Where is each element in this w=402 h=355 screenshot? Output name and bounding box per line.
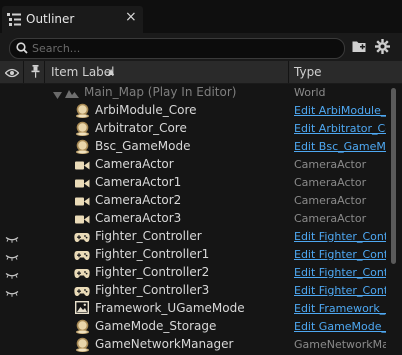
gamepad-icon (74, 232, 90, 246)
item-label: Fighter_Controller1 (95, 247, 210, 261)
edit-type-link[interactable]: Edit Fighter_Controller (294, 266, 386, 279)
visibility-hidden-icon[interactable] (5, 232, 19, 246)
tree-row[interactable]: Fighter_Controller2 Edit Fighter_Controll… (0, 264, 392, 282)
item-type: CameraActor (294, 194, 367, 207)
tree-row[interactable]: CameraActor3 CameraActor (0, 210, 392, 228)
close-icon[interactable]: × (125, 9, 137, 25)
item-label: CameraActor3 (95, 211, 182, 225)
item-label: Main_Map (Play In Editor) (84, 85, 237, 99)
header-divider (44, 61, 45, 83)
item-label: Fighter_Controller3 (95, 283, 210, 297)
camera-icon (75, 160, 90, 174)
column-header: Item Label ▲ Type (0, 61, 402, 84)
item-type: GameNetworkManager (294, 338, 386, 351)
item-label: ArbiModule_Core (95, 103, 197, 117)
edit-type-link[interactable]: Edit Fighter_Controller (294, 248, 386, 261)
item-label: GameMode_Storage (95, 319, 217, 333)
tree-root-row[interactable]: Main_Map (Play In Editor) World (0, 84, 392, 102)
edit-type-link[interactable]: Edit Bsc_GameMode (294, 140, 386, 153)
item-type: World (294, 86, 326, 99)
actor-icon (75, 139, 90, 157)
eye-icon[interactable] (4, 67, 20, 81)
sort-ascending-icon[interactable]: ▲ (108, 67, 114, 76)
gear-icon[interactable] (375, 39, 390, 57)
gamepad-icon (74, 250, 90, 264)
tree-row[interactable]: CameraActor1 CameraActor (0, 174, 392, 192)
item-label: Framework_UGameMode (95, 301, 245, 315)
edit-type-link[interactable]: Edit Arbitrator_Core (294, 122, 386, 135)
outliner-icon (7, 13, 21, 29)
edit-type-link[interactable]: Edit Fighter_Controller (294, 284, 386, 297)
item-label: Bsc_GameMode (95, 139, 191, 153)
camera-icon (75, 214, 90, 228)
triangle-down-icon[interactable] (53, 88, 62, 102)
visibility-hidden-icon[interactable] (5, 250, 19, 264)
edit-type-link[interactable]: Edit ArbiModule_Core (294, 104, 386, 117)
tab-title: Outliner (26, 12, 75, 26)
tree-row[interactable]: Fighter_Controller1 Edit Fighter_Controll… (0, 246, 392, 264)
actor-icon (75, 103, 90, 121)
tree-row[interactable]: Fighter_Controller Edit Fighter_Controlle… (0, 228, 392, 246)
header-divider (23, 61, 24, 83)
actor-icon (75, 319, 90, 337)
camera-icon (75, 178, 90, 192)
tree-row[interactable]: GameNetworkManager GameNetworkManager (0, 336, 392, 354)
tree-row[interactable]: GameMode_Storage Edit GameMode_Storage (0, 318, 392, 336)
search-icon (16, 42, 28, 57)
item-label: Fighter_Controller (95, 229, 202, 243)
item-label-header[interactable]: Item Label (51, 65, 115, 79)
gamepad-icon (74, 268, 90, 282)
edit-type-link[interactable]: Edit GameMode_Storage (294, 320, 386, 333)
item-type: CameraActor (294, 176, 367, 189)
edit-type-link[interactable]: Edit Fighter_Controller (294, 230, 386, 243)
tree-row[interactable]: CameraActor CameraActor (0, 156, 392, 174)
item-label: CameraActor2 (95, 193, 182, 207)
visibility-hidden-icon[interactable] (5, 268, 19, 282)
pin-icon[interactable] (31, 65, 40, 81)
toolbar (0, 33, 402, 61)
item-label: GameNetworkManager (95, 337, 234, 351)
type-header[interactable]: Type (294, 65, 322, 79)
item-label: Fighter_Controller2 (95, 265, 210, 279)
gamepad-icon (74, 286, 90, 300)
search-input[interactable] (32, 40, 332, 56)
map-icon (65, 87, 79, 102)
search-box[interactable] (9, 38, 345, 59)
image-icon (74, 300, 90, 317)
vertical-scrollbar[interactable] (390, 88, 397, 352)
header-divider (288, 61, 289, 83)
scrollbar-thumb[interactable] (391, 88, 396, 264)
tab-bar: Outliner × (0, 0, 402, 33)
tree-row[interactable]: Fighter_Controller3 Edit Fighter_Controll… (0, 282, 392, 300)
add-folder-icon[interactable] (352, 40, 367, 56)
item-label: CameraActor (95, 157, 174, 171)
tab-outliner[interactable]: Outliner × (2, 6, 143, 33)
tree-row[interactable]: Bsc_GameMode Edit Bsc_GameMode (0, 138, 392, 156)
tree-row[interactable]: Framework_UGameMode Edit Framework_UGameM… (0, 300, 392, 318)
tree-row[interactable]: CameraActor2 CameraActor (0, 192, 392, 210)
camera-icon (75, 196, 90, 210)
actor-icon (75, 337, 90, 355)
item-label: CameraActor1 (95, 175, 182, 189)
actor-icon (75, 121, 90, 139)
outliner-tree: Main_Map (Play In Editor) World ArbiModule… (0, 84, 402, 352)
visibility-hidden-icon[interactable] (5, 286, 19, 300)
edit-type-link[interactable]: Edit Framework_UGameMode (294, 302, 386, 315)
item-type: CameraActor (294, 158, 367, 171)
item-type: CameraActor (294, 212, 367, 225)
tree-row[interactable]: ArbiModule_Core Edit ArbiModule_Core (0, 102, 392, 120)
item-label: Arbitrator_Core (95, 121, 187, 135)
tree-row[interactable]: Arbitrator_Core Edit Arbitrator_Core (0, 120, 392, 138)
